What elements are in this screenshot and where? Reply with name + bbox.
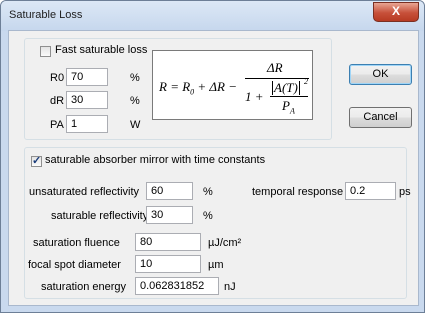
saturation-energy-input[interactable]: 0.062831852 <box>135 277 219 295</box>
formula-numerator: ΔR <box>267 60 283 75</box>
dr-unit: % <box>130 95 140 107</box>
saturable-loss-dialog: Saturable Loss X Fast saturable loss R0 … <box>0 0 425 313</box>
focal-spot-label: focal spot diameter <box>28 259 121 271</box>
formula-lhs: R = R0 + ΔR − <box>159 79 238 97</box>
saturable-loss-formula: R = R0 + ΔR − ΔR 1 + A(T) 2 PA <box>152 50 313 120</box>
pa-unit: W <box>130 119 141 131</box>
r0-input[interactable]: 70 <box>66 68 108 86</box>
sam-checkbox[interactable] <box>31 154 42 167</box>
formula-square: 2 <box>304 77 308 86</box>
formula-denominator: PA <box>282 98 295 116</box>
r0-label: R0 <box>50 72 65 84</box>
formula-fraction-bar <box>245 78 309 79</box>
saturation-fluence-unit: µJ/cm² <box>208 237 242 249</box>
sat-reflectivity-unit: % <box>203 210 213 222</box>
formula-one-plus: 1 + <box>245 89 264 104</box>
formula-abs: A(T) <box>272 80 300 95</box>
pa-input[interactable]: 1 <box>66 115 108 133</box>
unsat-reflectivity-input[interactable]: 60 <box>146 182 193 200</box>
r0-unit: % <box>130 72 140 84</box>
sam-label: saturable absorber mirror with time cons… <box>45 154 266 166</box>
dr-input[interactable]: 30 <box>66 91 108 109</box>
sat-reflectivity-label: saturable reflectivity <box>51 210 149 222</box>
sam-group: saturable absorber mirror with time cons… <box>24 147 411 299</box>
close-button[interactable]: X <box>373 2 419 22</box>
saturation-energy-label: saturation energy <box>41 281 126 293</box>
focal-spot-input[interactable]: 10 <box>135 255 201 273</box>
window-title: Saturable Loss <box>9 9 83 21</box>
pa-label: PA <box>50 119 64 131</box>
temporal-response-label: temporal response A <box>252 186 353 198</box>
title-bar: Saturable Loss X <box>1 1 424 31</box>
dr-label: dR <box>50 95 65 107</box>
dialog-client-area: Fast saturable loss R0 70 % dR 30 % PA 1… <box>8 30 419 306</box>
temporal-response-input[interactable]: 0.2 <box>345 182 396 200</box>
sat-reflectivity-input[interactable]: 30 <box>146 206 193 224</box>
close-icon: X <box>391 4 400 18</box>
ok-button[interactable]: OK <box>349 64 412 85</box>
focal-spot-unit: µm <box>208 259 224 271</box>
saturation-fluence-label: saturation fluence <box>33 237 120 249</box>
cancel-button[interactable]: Cancel <box>349 107 412 128</box>
temporal-response-unit: ps <box>399 186 411 198</box>
saturation-fluence-input[interactable]: 80 <box>135 233 201 251</box>
unsat-reflectivity-label: unsaturated reflectivity <box>29 186 140 198</box>
saturation-energy-unit: nJ <box>224 281 236 293</box>
unsat-reflectivity-unit: % <box>203 186 213 198</box>
fast-loss-label: Fast saturable loss <box>55 44 148 56</box>
formula-inner-bar <box>270 96 308 97</box>
fast-loss-checkbox[interactable] <box>40 46 51 57</box>
